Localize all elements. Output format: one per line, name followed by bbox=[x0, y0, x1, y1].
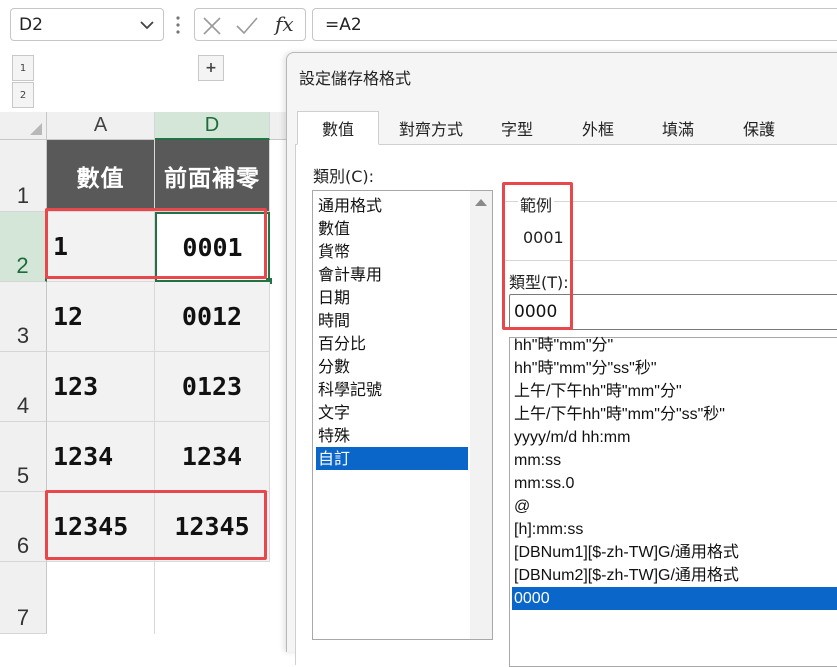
highlight-sample-type bbox=[502, 182, 573, 330]
formula-text: =A2 bbox=[325, 15, 362, 35]
more-options-icon[interactable] bbox=[174, 13, 182, 37]
format-item[interactable]: @ bbox=[512, 495, 837, 518]
cancel-icon[interactable] bbox=[201, 15, 223, 37]
chevron-down-icon[interactable] bbox=[137, 13, 157, 37]
category-item[interactable]: 科學記號 bbox=[316, 378, 468, 401]
category-item[interactable]: 特殊 bbox=[316, 424, 468, 447]
category-item[interactable]: 數值 bbox=[316, 217, 468, 240]
category-item[interactable]: 時間 bbox=[316, 309, 468, 332]
cell-d4[interactable]: 0123 bbox=[155, 352, 270, 422]
tab-alignment[interactable]: 對齊方式 bbox=[381, 111, 481, 145]
tab-font[interactable]: 字型 bbox=[483, 111, 551, 145]
name-box-value: D2 bbox=[19, 15, 43, 35]
tab-fill[interactable]: 填滿 bbox=[641, 111, 715, 145]
outline-level-2-button[interactable]: 2 bbox=[12, 82, 34, 108]
formula-input[interactable]: =A2 bbox=[312, 8, 837, 41]
cell-a5[interactable]: 1234 bbox=[47, 422, 155, 492]
row-header-2[interactable]: 2 bbox=[0, 212, 47, 282]
category-item-selected[interactable]: 自訂 bbox=[316, 447, 468, 470]
expand-group-button[interactable]: + bbox=[198, 55, 224, 81]
format-item[interactable]: hh"時"mm"分"ss"秒" bbox=[512, 357, 837, 380]
dialog-title: 設定儲存格格式 bbox=[299, 69, 412, 88]
row-header-4[interactable]: 4 bbox=[0, 352, 47, 422]
category-item[interactable]: 分數 bbox=[316, 355, 468, 378]
scroll-up-icon[interactable] bbox=[475, 199, 487, 206]
tab-bar: 數值 對齊方式 字型 外框 填滿 保護 bbox=[295, 111, 837, 145]
row-header-5[interactable]: 5 bbox=[0, 422, 47, 492]
category-label: 類別(C): bbox=[313, 167, 375, 186]
row-header-6[interactable]: 6 bbox=[0, 492, 47, 562]
format-item[interactable]: mm:ss.0 bbox=[512, 472, 837, 495]
cell-d7[interactable] bbox=[155, 562, 270, 634]
column-header-a[interactable]: A bbox=[47, 112, 155, 140]
name-box[interactable]: D2 bbox=[10, 8, 164, 41]
row-header-7[interactable]: 7 bbox=[0, 562, 47, 634]
highlight-row-2 bbox=[45, 208, 267, 279]
tab-number[interactable]: 數值 bbox=[297, 111, 379, 145]
format-cells-dialog: 設定儲存格格式 數值 對齊方式 字型 外框 填滿 保護 類別(C): 通用格式 … bbox=[286, 52, 837, 667]
category-item[interactable]: 通用格式 bbox=[316, 194, 468, 217]
enter-check-icon[interactable] bbox=[235, 15, 259, 37]
cell-a1[interactable]: 數值 bbox=[47, 140, 155, 212]
cell-a7[interactable] bbox=[47, 562, 155, 634]
format-item[interactable]: hh"時"mm"分" bbox=[512, 334, 837, 357]
category-item[interactable]: 貨幣 bbox=[316, 240, 468, 263]
category-item[interactable]: 文字 bbox=[316, 401, 468, 424]
category-item[interactable]: 日期 bbox=[316, 286, 468, 309]
format-item[interactable]: [DBNum1][$-zh-TW]G/通用格式 bbox=[512, 541, 837, 564]
select-all-icon bbox=[30, 123, 42, 135]
category-scrollbar[interactable] bbox=[470, 191, 492, 639]
format-item[interactable]: [h]:mm:ss bbox=[512, 518, 837, 541]
format-item[interactable]: 上午/下午hh"時"mm"分" bbox=[512, 380, 837, 403]
format-item-selected[interactable]: 0000 bbox=[512, 587, 837, 610]
format-item[interactable]: yyyy/m/d hh:mm bbox=[512, 426, 837, 449]
select-all-corner[interactable] bbox=[0, 112, 47, 140]
row-header-3[interactable]: 3 bbox=[0, 282, 47, 352]
cell-d1[interactable]: 前面補零 bbox=[155, 140, 270, 212]
outline-level-1-button[interactable]: 1 bbox=[12, 55, 34, 81]
column-header-d[interactable]: D bbox=[155, 112, 270, 140]
cell-d5[interactable]: 1234 bbox=[155, 422, 270, 492]
format-item[interactable]: [DBNum2][$-zh-TW]G/通用格式 bbox=[512, 564, 837, 587]
formula-buttons: fx bbox=[194, 8, 306, 41]
formula-bar: D2 fx =A2 bbox=[0, 0, 837, 50]
format-code-list[interactable]: hh"時"mm"分" hh"時"mm"分"ss"秒" 上午/下午hh"時"mm"… bbox=[509, 337, 837, 667]
insert-function-icon[interactable]: fx bbox=[275, 12, 294, 36]
cell-a3[interactable]: 12 bbox=[47, 282, 155, 352]
category-item[interactable]: 會計專用 bbox=[316, 263, 468, 286]
cell-d3[interactable]: 0012 bbox=[155, 282, 270, 352]
cell-a4[interactable]: 123 bbox=[47, 352, 155, 422]
row-header-1[interactable]: 1 bbox=[0, 140, 47, 212]
category-list[interactable]: 通用格式 數值 貨幣 會計專用 日期 時間 百分比 分數 科學記號 文字 特殊 … bbox=[312, 190, 493, 640]
format-item[interactable]: 上午/下午hh"時"mm"分"ss"秒" bbox=[512, 403, 837, 426]
tab-protection[interactable]: 保護 bbox=[719, 111, 799, 145]
format-item[interactable]: mm:ss bbox=[512, 449, 837, 472]
highlight-row-6 bbox=[45, 490, 267, 560]
tab-border[interactable]: 外框 bbox=[557, 111, 639, 145]
category-item[interactable]: 百分比 bbox=[316, 332, 468, 355]
